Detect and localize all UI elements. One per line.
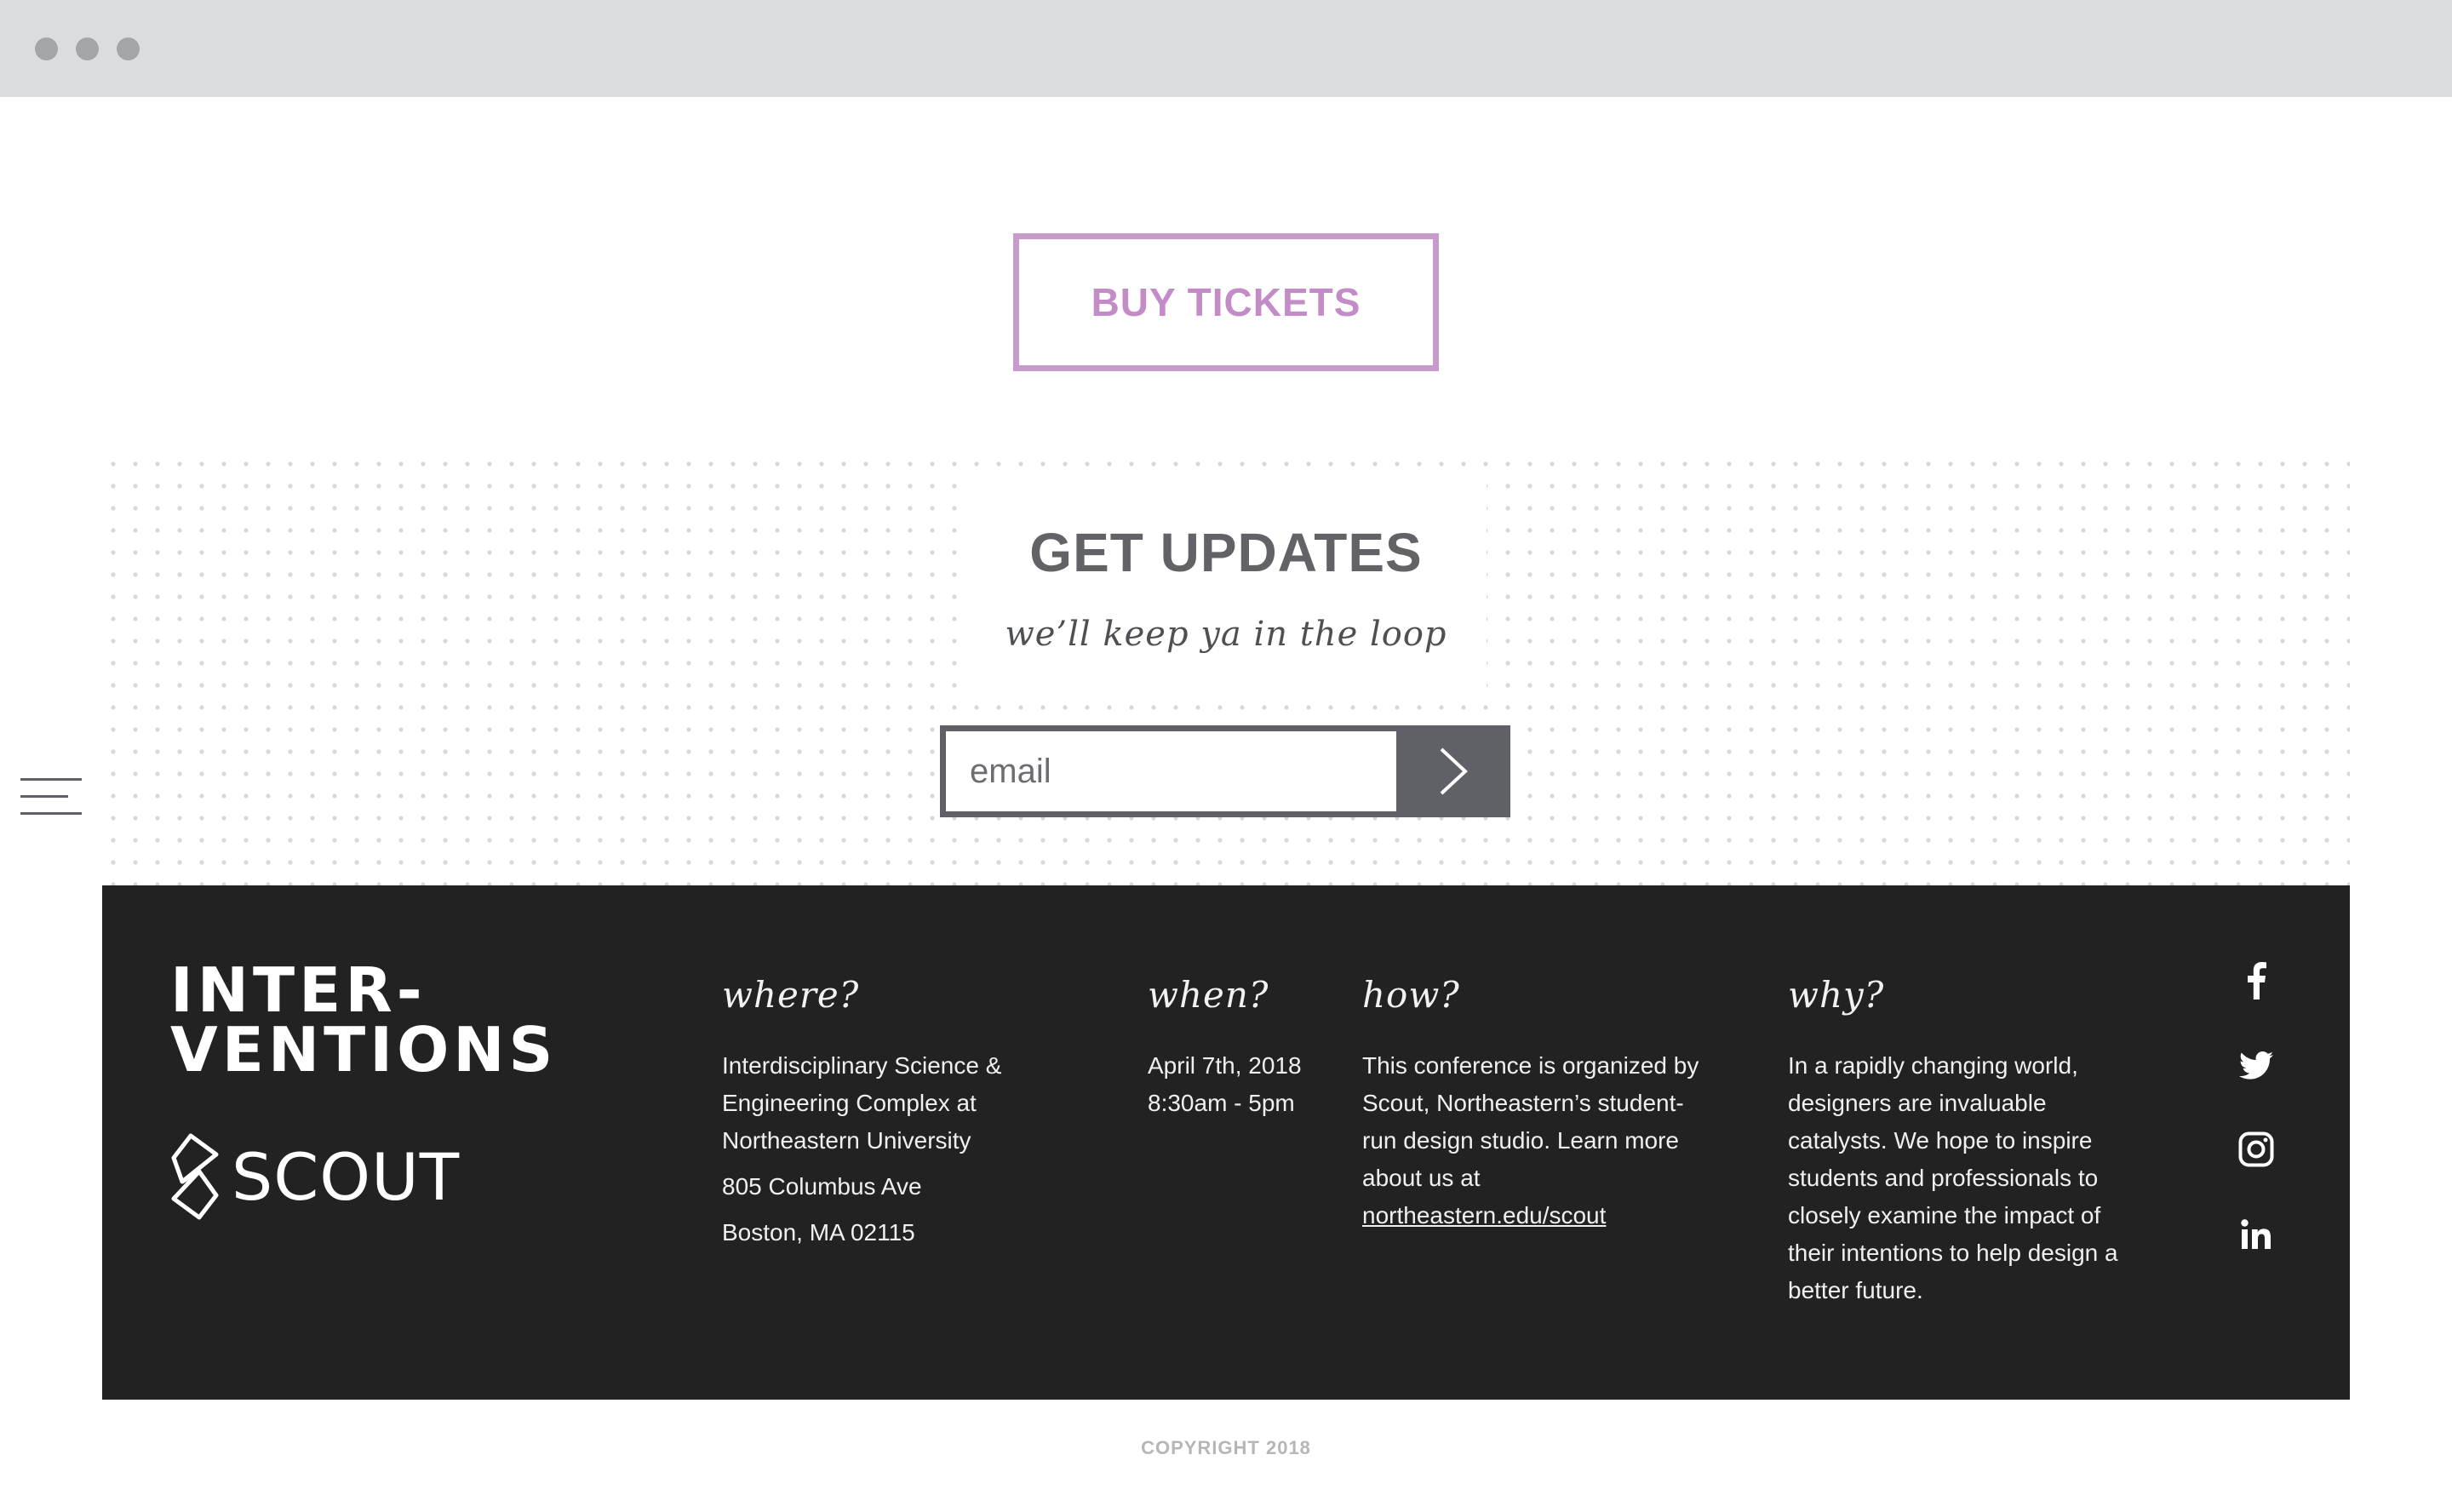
- facebook-link[interactable]: [2231, 955, 2282, 1006]
- why-line: better future.: [1788, 1277, 1923, 1303]
- why-line: catalysts. We hope to inspire: [1788, 1127, 2093, 1154]
- how-body: This conference is organized by Scout, N…: [1362, 1047, 1699, 1234]
- updates-subtitle: we’ll keep ya in the loop: [1005, 615, 1447, 654]
- buy-tickets-button[interactable]: BUY TICKETS: [1013, 233, 1439, 371]
- twitter-icon: [2239, 1051, 2273, 1080]
- linkedin-link[interactable]: [2231, 1209, 2282, 1260]
- why-line: students and professionals to: [1788, 1165, 2099, 1191]
- instagram-link[interactable]: [2231, 1124, 2282, 1175]
- where-body: Interdisciplinary Science & Engineering …: [722, 1047, 1001, 1251]
- brand-line-1: INTER-: [170, 954, 427, 1026]
- when-heading: when?: [1148, 974, 1269, 1016]
- where-line: Boston, MA 02115: [722, 1219, 915, 1246]
- scout-website-link[interactable]: northeastern.edu/scout: [1362, 1202, 1606, 1228]
- why-line: their intentions to help design a: [1788, 1240, 2118, 1266]
- why-body: In a rapidly changing world, designers a…: [1788, 1047, 2118, 1309]
- why-heading: why?: [1788, 974, 1885, 1016]
- where-line: 805 Columbus Ave: [722, 1173, 922, 1200]
- why-line: designers are invaluable: [1788, 1090, 2047, 1116]
- email-input[interactable]: [940, 725, 1398, 817]
- brand-wordmark[interactable]: INTER- VENTIONS: [170, 954, 558, 1085]
- when-line: April 7th, 2018: [1148, 1052, 1302, 1079]
- footer: INTER- VENTIONS SCOUT where? Interdiscip…: [102, 885, 2350, 1400]
- window-minimize-dot[interactable]: [76, 37, 99, 60]
- menu-icon[interactable]: [20, 776, 83, 817]
- facebook-icon: [2248, 962, 2266, 999]
- when-line: 8:30am - 5pm: [1148, 1090, 1295, 1116]
- how-line: about us at: [1362, 1165, 1481, 1191]
- where-line: Engineering Complex at: [722, 1090, 977, 1116]
- updates-card: [967, 477, 1487, 698]
- scout-wordmark: SCOUT: [232, 1138, 461, 1215]
- when-body: April 7th, 2018 8:30am - 5pm: [1148, 1047, 1302, 1122]
- scout-logo[interactable]: SCOUT: [169, 1132, 460, 1221]
- chevron-right-icon: [1440, 747, 1468, 795]
- window-close-dot[interactable]: [35, 37, 58, 60]
- twitter-link[interactable]: [2231, 1040, 2282, 1091]
- how-line: run design studio. Learn more: [1362, 1127, 1679, 1154]
- why-line: closely examine the impact of: [1788, 1202, 2101, 1228]
- email-submit-button[interactable]: [1396, 725, 1510, 817]
- how-line: Scout, Northeastern’s student-: [1362, 1090, 1684, 1116]
- scout-mark-icon: [171, 1133, 219, 1220]
- how-line: This conference is organized by: [1362, 1052, 1699, 1079]
- copyright-text: COPYRIGHT 2018: [1141, 1437, 1311, 1458]
- updates-title: GET UPDATES: [1029, 522, 1423, 583]
- instagram-icon: [2238, 1131, 2274, 1167]
- brand-line-2: VENTIONS: [170, 1014, 558, 1085]
- why-line: In a rapidly changing world,: [1788, 1052, 2078, 1079]
- how-heading: how?: [1362, 974, 1460, 1016]
- where-heading: where?: [722, 974, 860, 1016]
- browser-title-bar: [0, 0, 2452, 97]
- linkedin-icon: [2241, 1219, 2271, 1249]
- where-line: Interdisciplinary Science &: [722, 1052, 1002, 1079]
- window-maximize-dot[interactable]: [117, 37, 140, 60]
- where-line: Northeastern University: [722, 1127, 971, 1154]
